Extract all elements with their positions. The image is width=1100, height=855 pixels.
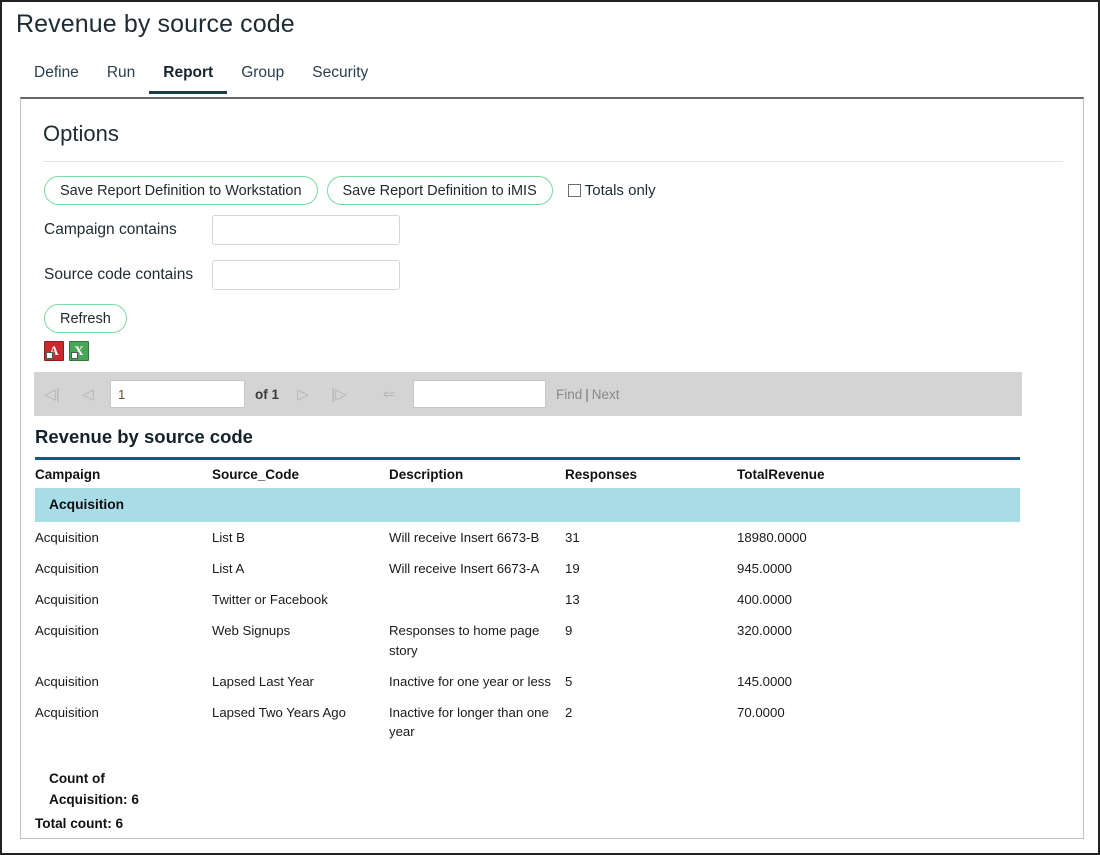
table-row: Acquisition Lapsed Two Years Ago Inactiv… [35, 697, 1020, 747]
table-row: Acquisition List A Will receive Insert 6… [35, 553, 1020, 584]
group-count-block: Count of Acquisition: 6 [49, 769, 1020, 810]
options-heading: Options [43, 121, 119, 146]
cell-campaign: Acquisition [35, 561, 99, 577]
next-page-icon[interactable]: ▷ [285, 387, 321, 402]
cell-responses: 5 [565, 673, 573, 689]
tab-bar: Define Run Report Group Security [20, 64, 1084, 97]
table-header-row: Campaign Source_Code Description Respons… [35, 457, 1020, 488]
group-header-filler [737, 488, 1020, 522]
tab-report[interactable]: Report [149, 64, 228, 94]
cell-total-revenue: 18980.0000 [737, 530, 807, 545]
column-header-campaign: Campaign [35, 457, 212, 488]
cell-responses: 2 [565, 704, 573, 720]
cell-description: Inactive for one year or less [389, 673, 551, 689]
cell-responses: 31 [565, 530, 580, 545]
totals-only-label: Totals only [584, 182, 656, 199]
cell-source-code: Web Signups [212, 623, 291, 639]
refresh-button[interactable]: Refresh [44, 304, 127, 333]
group-header-label: Acquisition [35, 488, 737, 522]
cell-campaign: Acquisition [35, 592, 99, 608]
source-code-contains-input[interactable] [212, 260, 400, 290]
cell-responses: 9 [565, 623, 573, 639]
group-count-line-1: Count of [49, 771, 105, 787]
column-header-source-code: Source_Code [212, 457, 389, 488]
cell-campaign: Acquisition [35, 704, 99, 720]
page-number-input[interactable] [110, 380, 245, 408]
source-code-contains-label: Source code contains [44, 266, 194, 283]
report-title: Revenue by source code [35, 426, 253, 447]
table-row: Acquisition Lapsed Last Year Inactive fo… [35, 666, 1020, 697]
tab-run[interactable]: Run [93, 64, 149, 94]
page-title: Revenue by source code [16, 10, 295, 38]
refresh-button-wrap: Refresh [44, 304, 127, 333]
find-input[interactable] [413, 380, 547, 408]
tab-security[interactable]: Security [298, 64, 382, 94]
totals-only-checkbox[interactable] [567, 184, 581, 197]
excel-export-icon[interactable]: X [69, 341, 89, 361]
export-icon-group: A X [44, 341, 89, 361]
total-count-label: Total count: 6 [35, 815, 124, 831]
previous-page-icon[interactable]: ◁ [70, 387, 106, 402]
cell-source-code: Twitter or Facebook [212, 592, 328, 608]
first-page-icon[interactable]: ◁| [34, 387, 70, 402]
cell-total-revenue: 70.0000 [737, 704, 785, 720]
cell-source-code: Lapsed Two Years Ago [212, 704, 346, 720]
options-button-row: Save Report Definition to Workstation Sa… [44, 176, 656, 205]
campaign-contains-row: Campaign contains [44, 215, 400, 245]
column-header-description: Description [389, 457, 565, 488]
group-count-line-2: Acquisition: 6 [49, 791, 139, 807]
report-table: Campaign Source_Code Description Respons… [35, 457, 1020, 747]
page-of-label: of 1 [255, 386, 280, 402]
table-row: Acquisition Twitter or Facebook 13 400.0… [35, 584, 1020, 615]
group-header-row: Acquisition [35, 488, 1020, 522]
cell-description: Inactive for longer than one year [389, 704, 549, 739]
cell-campaign: Acquisition [35, 530, 99, 545]
totals-only-checkbox-wrap[interactable]: Totals only [567, 182, 656, 199]
campaign-contains-input[interactable] [212, 215, 400, 245]
report-pagination-toolbar: ◁| ◁ of 1 ▷ |▷ ⇐ Find|Next [34, 372, 1022, 416]
back-parent-report-icon[interactable]: ⇐ [371, 387, 407, 402]
cell-description: Will receive Insert 6673-A [389, 561, 540, 577]
cell-source-code: List B [212, 530, 245, 545]
save-report-definition-to-imis-button[interactable]: Save Report Definition to iMIS [326, 176, 553, 205]
find-link[interactable]: Find [556, 387, 582, 402]
content-panel: Options Save Report Definition to Workst… [20, 97, 1084, 839]
pdf-export-icon[interactable]: A [44, 341, 64, 361]
report-page: Revenue by source code Define Run Report… [0, 0, 1100, 855]
campaign-contains-label: Campaign contains [44, 221, 177, 238]
cell-campaign: Acquisition [35, 623, 99, 639]
cell-description: Responses to home page story [389, 623, 540, 658]
cell-description [389, 584, 565, 615]
excel-icon-corner [71, 352, 78, 359]
cell-total-revenue: 400.0000 [737, 592, 793, 608]
table-row: Acquisition List B Will receive Insert 6… [35, 522, 1020, 553]
options-divider [43, 161, 1063, 162]
column-header-responses: Responses [565, 457, 737, 488]
cell-responses: 13 [565, 592, 580, 608]
column-header-total-revenue: TotalRevenue [737, 457, 1020, 488]
cell-description: Will receive Insert 6673-B [389, 530, 540, 545]
cell-source-code: Lapsed Last Year [212, 673, 314, 689]
pdf-icon-corner [46, 352, 53, 359]
save-report-definition-to-workstation-button[interactable]: Save Report Definition to Workstation [44, 176, 318, 205]
cell-source-code: List A [212, 561, 245, 577]
report-body: Revenue by source code Campaign Source_C… [35, 426, 1020, 831]
cell-total-revenue: 945.0000 [737, 561, 793, 577]
last-page-icon[interactable]: |▷ [321, 387, 357, 402]
cell-total-revenue: 320.0000 [737, 623, 793, 639]
table-row: Acquisition Web Signups Responses to hom… [35, 615, 1020, 665]
find-next-links: Find | Next [556, 387, 620, 402]
find-separator: | [585, 386, 589, 402]
next-link[interactable]: Next [592, 387, 620, 402]
cell-campaign: Acquisition [35, 673, 99, 689]
source-code-contains-row: Source code contains [44, 260, 400, 290]
tab-group[interactable]: Group [227, 64, 298, 94]
tab-define[interactable]: Define [20, 64, 93, 94]
cell-responses: 19 [565, 561, 580, 577]
cell-total-revenue: 145.0000 [737, 673, 793, 689]
